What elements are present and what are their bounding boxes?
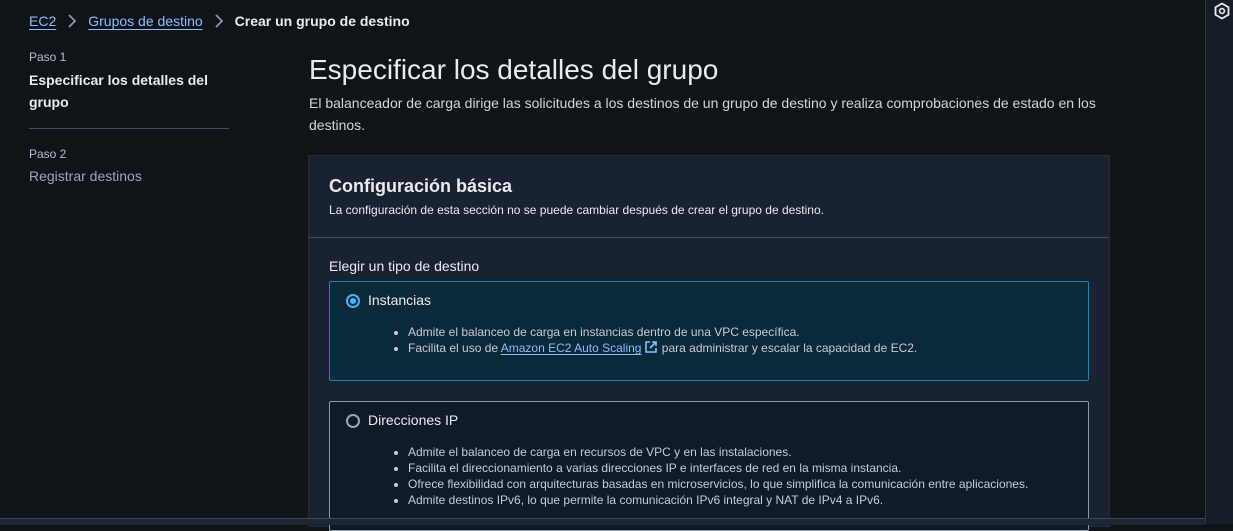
list-item: Admite destinos IPv6, lo que permite la … (408, 492, 1028, 508)
bullet-suffix: para administrar y escalar la capacidad … (658, 341, 918, 355)
option-label-ip-addresses: Direcciones IP (368, 412, 459, 428)
step-2-number: Paso 2 (29, 147, 67, 161)
page-description: El balanceador de carga dirige las solic… (309, 95, 1096, 133)
external-link-icon[interactable] (644, 340, 658, 354)
list-item: Ofrece flexibilidad con arquitecturas ba… (408, 476, 1028, 492)
radio-unselected-icon[interactable] (346, 414, 360, 428)
page-title: Especificar los detalles del grupo (309, 54, 719, 85)
breadcrumb-current: Crear un grupo de destino (234, 13, 410, 29)
bullet-prefix: Facilita el uso de (408, 341, 501, 355)
chevron-right-icon (208, 12, 230, 30)
breadcrumb-link-ec2[interactable]: EC2 (29, 13, 56, 29)
option-bullets-ip-addresses: Admite el balanceo de carga en recursos … (390, 444, 1028, 508)
panel-header: Configuración básica La configuración de… (309, 156, 1109, 238)
panel-subtitle: La configuración de esta sección no se p… (329, 203, 824, 217)
list-item: Facilita el uso de Amazon EC2 Auto Scali… (408, 340, 917, 356)
target-type-option-ip-addresses[interactable]: Direcciones IP Admite el balanceo de car… (329, 401, 1089, 531)
auto-scaling-link[interactable]: Amazon EC2 Auto Scaling (501, 341, 642, 355)
wizard-steps: Paso 1 Especificar los detalles del grup… (29, 50, 229, 184)
step-divider (29, 128, 229, 129)
step-1-title: Especificar los detalles del grupo (29, 72, 208, 110)
step-1-number: Paso 1 (29, 50, 67, 64)
target-type-label: Elegir un tipo de destino (329, 258, 480, 274)
main-header: Especificar los detalles del grupo El ba… (309, 52, 1109, 136)
list-item: Facilita el direccionamiento a varias di… (408, 460, 1028, 476)
settings-hex-icon[interactable] (1213, 2, 1231, 20)
basic-config-panel: Configuración básica La configuración de… (309, 156, 1109, 531)
target-type-option-instances[interactable]: Instancias Admite el balanceo de carga e… (329, 281, 1089, 381)
list-item: Admite el balanceo de carga en recursos … (408, 444, 1028, 460)
panel-title: Configuración básica (329, 176, 513, 196)
option-bullets-instances: Admite el balanceo de carga en instancia… (390, 324, 917, 356)
breadcrumb-link-target-groups[interactable]: Grupos de destino (88, 13, 202, 29)
chevron-right-icon (61, 12, 83, 30)
step-2-title: Registrar destinos (29, 168, 142, 184)
radio-selected-icon[interactable] (346, 294, 360, 308)
right-rail (1205, 0, 1233, 524)
breadcrumb: EC2 Grupos de destino Crear un grupo de … (29, 10, 410, 32)
option-label-instances: Instancias (368, 292, 432, 308)
list-item: Admite el balanceo de carga en instancia… (408, 324, 917, 340)
